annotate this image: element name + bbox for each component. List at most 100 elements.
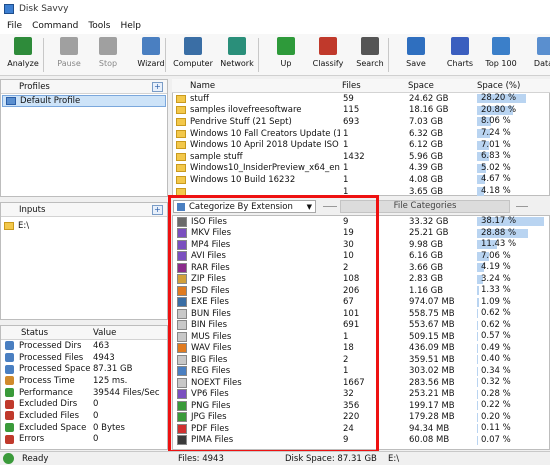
dir-files: 115 [343, 105, 360, 116]
category-name: MP4 Files [191, 239, 231, 250]
space-pct-value: 38.17 % [481, 216, 517, 227]
space-pct-cell: 4.19 % [477, 262, 547, 273]
space-pct-cell: 7.24 % [477, 128, 547, 139]
status-label: Process Time [19, 375, 75, 386]
menu-command[interactable]: Command [27, 21, 83, 31]
status-icon [5, 353, 14, 363]
category-row[interactable]: MKV Files 19 25.21 GB 28.88 % [173, 228, 549, 240]
dir-row[interactable]: samples ilovefreesoftware 115 18.16 GB 20.8… [173, 105, 549, 117]
category-row[interactable]: RAR Files 2 3.66 GB 4.19 % [173, 262, 549, 274]
category-row[interactable]: ISO Files 9 33.32 GB 38.17 % [173, 216, 549, 228]
dir-row[interactable]: Windows 10 Build 16232 1 4.08 GB 4.67 % [173, 174, 549, 186]
dir-row[interactable]: 1 3.65 GB 4.18 % [173, 186, 549, 198]
search-button[interactable]: Search [349, 37, 391, 75]
dir-row[interactable]: sample stuff 1432 5.96 GB 6.83 % [173, 151, 549, 163]
status-row: Excluded Files 0 [1, 410, 167, 422]
category-files: 2 [343, 262, 349, 273]
category-row[interactable]: PDF Files 24 94.34 MB 0.11 % [173, 423, 549, 435]
name-col-header[interactable]: Name [190, 81, 215, 91]
space-pct-value: 0.22 % [481, 400, 511, 411]
top100-icon [492, 37, 510, 55]
network-button[interactable]: Network [216, 37, 258, 75]
category-name: JPG Files [191, 412, 227, 423]
dir-row[interactable]: stuff 59 24.62 GB 28.20 % [173, 93, 549, 105]
category-files: 356 [343, 400, 360, 411]
space-pct-col-header[interactable]: Space (%) [477, 81, 520, 91]
search-icon [361, 37, 379, 55]
space-pct-value: 6.83 % [481, 151, 511, 162]
category-row[interactable]: BIG Files 2 359.51 MB 0.40 % [173, 354, 549, 366]
status-label: Processed Dirs [19, 340, 82, 351]
charts-button[interactable]: Charts [439, 37, 481, 75]
space-pct-cell: 28.20 % [477, 93, 547, 104]
folder-icon [176, 141, 186, 150]
folder-icon [176, 152, 186, 161]
space-pct-cell: 0.32 % [477, 377, 547, 388]
dir-space: 5.96 GB [409, 151, 444, 162]
category-space: 2.83 GB [409, 274, 444, 285]
category-row[interactable]: BUN Files 101 558.75 MB 0.62 % [173, 308, 549, 320]
classify-button[interactable]: Classify [307, 37, 349, 75]
folder-icon [176, 94, 186, 103]
pause-label: Pause [57, 59, 81, 68]
category-row[interactable]: PIMA Files 9 60.08 MB 0.07 % [173, 435, 549, 447]
space-pct-cell: 4.18 % [477, 186, 547, 197]
profiles-panel: Profiles + Default Profile [0, 79, 168, 197]
datab-button[interactable]: Datab [525, 37, 550, 75]
rar-file-icon [177, 262, 187, 273]
status-icon [5, 341, 14, 351]
computer-button[interactable]: Computer [172, 37, 214, 75]
category-name: REG Files [191, 366, 231, 377]
category-row[interactable]: AVI Files 10 6.16 GB 7.06 % [173, 251, 549, 263]
status-list: Processed Dirs 463 Processed Files 4943 Proc… [1, 340, 167, 445]
status-value: 87.31 GB [93, 364, 133, 375]
analyze-button[interactable]: Analyze [2, 37, 44, 75]
dir-row[interactable]: Windows10_InsiderPreview_x64_en-us, 1 4.39… [173, 163, 549, 175]
ready-status: Ready [22, 454, 49, 464]
dir-row[interactable]: Windows 10 April 2018 Update ISO 1801 6.1… [173, 139, 549, 151]
space-pct-value: 0.62 % [481, 308, 511, 319]
menu-help[interactable]: Help [116, 21, 147, 31]
category-files: 9 [343, 435, 349, 446]
category-row[interactable]: WAV Files 18 436.09 MB 0.49 % [173, 343, 549, 355]
pause-button[interactable]: Pause [48, 37, 90, 75]
menu-tools[interactable]: Tools [83, 21, 115, 31]
category-row[interactable]: JPG Files 220 179.28 MB 0.20 % [173, 412, 549, 424]
dir-row[interactable]: Pendrive Stuff (21 Sept) 693 7.03 GB 8.06 % [173, 116, 549, 128]
space-col-header[interactable]: Space [408, 81, 434, 91]
category-row[interactable]: ZIP Files 108 2.83 GB 3.24 % [173, 274, 549, 286]
space-pct-cell: 8.06 % [477, 116, 547, 127]
dir-row[interactable]: Windows 10 Fall Creators Update (17091 6.… [173, 128, 549, 140]
profile-item-default[interactable]: Default Profile [2, 95, 166, 107]
categorize-dropdown[interactable]: Categorize By Extension ▼ [173, 200, 316, 213]
save-button[interactable]: Save [395, 37, 437, 75]
category-row[interactable]: PNG Files 356 199.17 MB 0.22 % [173, 400, 549, 412]
category-row[interactable]: NOEXT Files 1667 283.56 MB 0.32 % [173, 377, 549, 389]
category-row[interactable]: MP4 Files 30 9.98 GB 11.43 % [173, 239, 549, 251]
category-files: 691 [343, 320, 360, 331]
category-row[interactable]: PSD Files 206 1.16 GB 1.33 % [173, 285, 549, 297]
category-row[interactable]: EXE Files 67 974.07 MB 1.09 % [173, 297, 549, 309]
space-pct-cell: 0.22 % [477, 400, 547, 411]
files-col-header[interactable]: Files [342, 81, 361, 91]
status-value: 39544 Files/Sec [93, 387, 160, 398]
category-row[interactable]: BIN Files 691 553.67 MB 0.62 % [173, 320, 549, 332]
space-pct-value: 0.34 % [481, 365, 511, 376]
status-icon [5, 434, 14, 444]
category-row[interactable]: VP6 Files 32 253.21 MB 0.28 % [173, 389, 549, 401]
add-profile-button[interactable]: + [152, 82, 163, 92]
file-categories-tab[interactable]: File Categories [340, 200, 510, 213]
space-pct-cell: 3.24 % [477, 274, 547, 285]
category-row[interactable]: MUS Files 1 509.15 MB 0.57 % [173, 331, 549, 343]
status-header: Status Value [1, 326, 167, 340]
category-row[interactable]: REG Files 1 303.02 MB 0.34 % [173, 366, 549, 378]
up-arrow-icon [277, 37, 295, 55]
up-button[interactable]: Up [265, 37, 307, 75]
menu-file[interactable]: File [2, 21, 27, 31]
top-100-button[interactable]: Top 100 [480, 37, 522, 75]
stop-button[interactable]: Stop [87, 37, 129, 75]
classify-label: Classify [312, 59, 344, 68]
add-input-button[interactable]: + [152, 205, 163, 215]
space-pct-value: 0.62 % [481, 319, 511, 330]
input-item[interactable]: E:\ [1, 220, 167, 232]
